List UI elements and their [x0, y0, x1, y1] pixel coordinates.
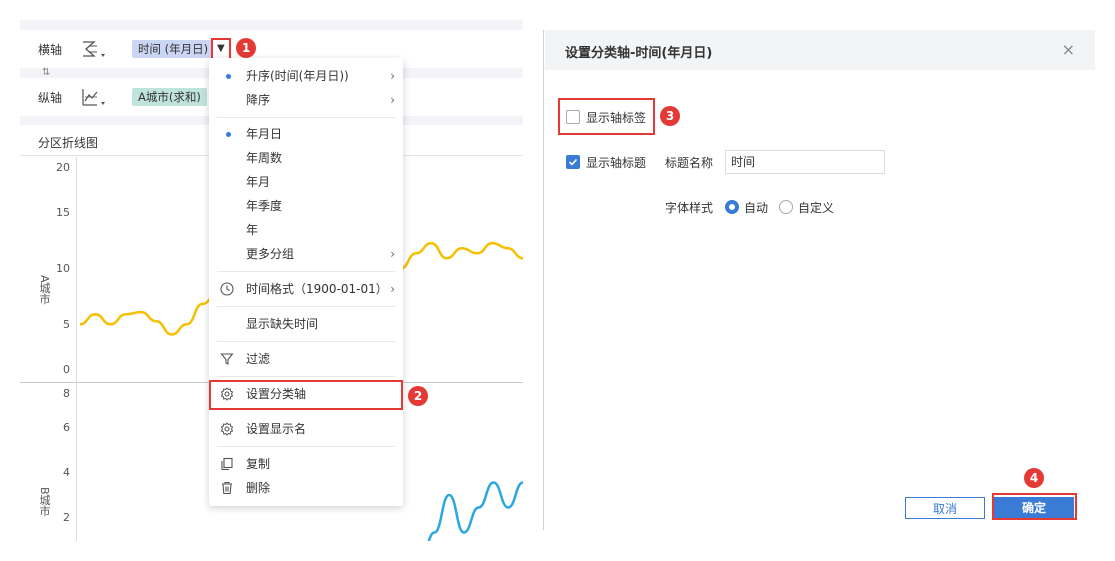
- selected-dot: [226, 74, 231, 79]
- gear-icon: [220, 422, 234, 436]
- chevron-right-icon: ›: [390, 69, 395, 83]
- trash-icon: [222, 481, 232, 495]
- dialog-header: 设置分类轴-时间(年月日) ×: [545, 30, 1095, 70]
- selected-dot: [226, 132, 231, 137]
- copy-icon: [221, 457, 233, 471]
- menu-item-label: 显示缺失时间: [246, 317, 319, 331]
- menu-item-year-quarter[interactable]: 年季度: [209, 194, 403, 218]
- menu-item-delete[interactable]: 删除: [209, 476, 403, 500]
- menu-item-year-week[interactable]: 年周数: [209, 146, 403, 170]
- step-badge-2: 2: [408, 386, 428, 406]
- menu-divider: [217, 446, 395, 447]
- font-style-label: 字体样式: [665, 201, 714, 215]
- x-axis-field-chip[interactable]: 时间 (年月日): [132, 40, 215, 58]
- highlight-set-category-axis: [209, 380, 403, 410]
- checkmark-icon: [568, 158, 578, 166]
- menu-item-label: 年月日: [246, 127, 283, 141]
- menu-item-show-missing-time[interactable]: 显示缺失时间: [209, 312, 403, 336]
- x-axis-label: 横轴: [38, 43, 63, 57]
- menu-divider: [217, 271, 395, 272]
- cancel-button[interactable]: 取消: [905, 497, 985, 519]
- menu-item-copy[interactable]: 复制: [209, 452, 403, 476]
- dialog-title: 设置分类轴-时间(年月日): [565, 46, 713, 61]
- menu-divider: [217, 117, 395, 118]
- font-auto-radio[interactable]: [725, 200, 739, 214]
- menu-divider: [217, 376, 395, 377]
- clock-icon: [220, 282, 234, 296]
- chevron-right-icon: ›: [390, 282, 395, 296]
- menu-item-label: 设置显示名: [246, 422, 307, 436]
- menu-item-more-groups[interactable]: 更多分组 ›: [209, 242, 403, 266]
- y-axis-label: 纵轴: [38, 91, 63, 105]
- font-auto-label: 自动: [744, 201, 769, 215]
- step-badge-4: 4: [1024, 468, 1044, 488]
- menu-item-sort-desc[interactable]: 降序 ›: [209, 88, 403, 112]
- menu-divider: [217, 306, 395, 307]
- menu-item-label: 时间格式（1900-01-01）: [246, 282, 388, 296]
- panel-divider-vertical: [543, 30, 544, 530]
- chevron-right-icon: ›: [390, 247, 395, 261]
- highlight-show-axis-labels: [558, 98, 655, 135]
- menu-item-time-format[interactable]: 时间格式（1900-01-01） ›: [209, 277, 403, 301]
- x-axis-chart-type-icon[interactable]: [80, 38, 110, 60]
- menu-item-year[interactable]: 年: [209, 218, 403, 242]
- highlight-ok-button: [992, 493, 1077, 520]
- menu-item-ymd[interactable]: 年月日: [209, 122, 403, 146]
- b-city-series-line: [427, 481, 523, 541]
- menu-item-filter[interactable]: 过滤: [209, 347, 403, 371]
- x-field-dropdown-button[interactable]: ▼: [211, 38, 231, 60]
- menu-item-label: 年周数: [246, 151, 283, 165]
- y-axis-field-chip[interactable]: A城市(求和): [132, 88, 207, 106]
- menu-item-label: 更多分组: [246, 247, 295, 261]
- show-axis-title-label: 显示轴标题: [586, 156, 647, 170]
- menu-item-label: 年季度: [246, 199, 283, 213]
- menu-item-label: 升序(时间(年月日)): [246, 69, 349, 83]
- swap-axes-icon[interactable]: ⇅: [42, 67, 50, 78]
- step-badge-3: 3: [660, 106, 680, 126]
- menu-divider: [217, 341, 395, 342]
- font-custom-label: 自定义: [798, 201, 835, 215]
- menu-item-label: 复制: [246, 457, 271, 471]
- menu-item-label: 年月: [246, 175, 271, 189]
- menu-item-set-display-name[interactable]: 设置显示名: [209, 417, 403, 441]
- font-custom-radio[interactable]: [779, 200, 793, 214]
- show-axis-title-checkbox[interactable]: [566, 155, 580, 169]
- title-name-input[interactable]: 时间: [725, 150, 885, 174]
- field-dropdown-menu: 升序(时间(年月日)) › 降序 › 年月日 年周数 年月 年季度 年 更多分组 › …: [209, 58, 403, 506]
- dropdown-arrow-icon: ▼: [217, 43, 225, 54]
- menu-item-year-month[interactable]: 年月: [209, 170, 403, 194]
- menu-item-label: 年: [246, 223, 259, 237]
- menu-item-label: 删除: [246, 481, 271, 495]
- close-icon[interactable]: ×: [1062, 40, 1075, 59]
- filter-icon: [220, 353, 234, 365]
- menu-item-label: 过滤: [246, 352, 271, 366]
- menu-item-label: 降序: [246, 93, 271, 107]
- step-badge-1: 1: [236, 38, 256, 58]
- title-name-label: 标题名称: [665, 156, 714, 170]
- chevron-right-icon: ›: [390, 93, 395, 107]
- menu-item-sort-asc[interactable]: 升序(时间(年月日)) ›: [209, 64, 403, 88]
- y-axis-chart-type-icon[interactable]: [80, 86, 110, 108]
